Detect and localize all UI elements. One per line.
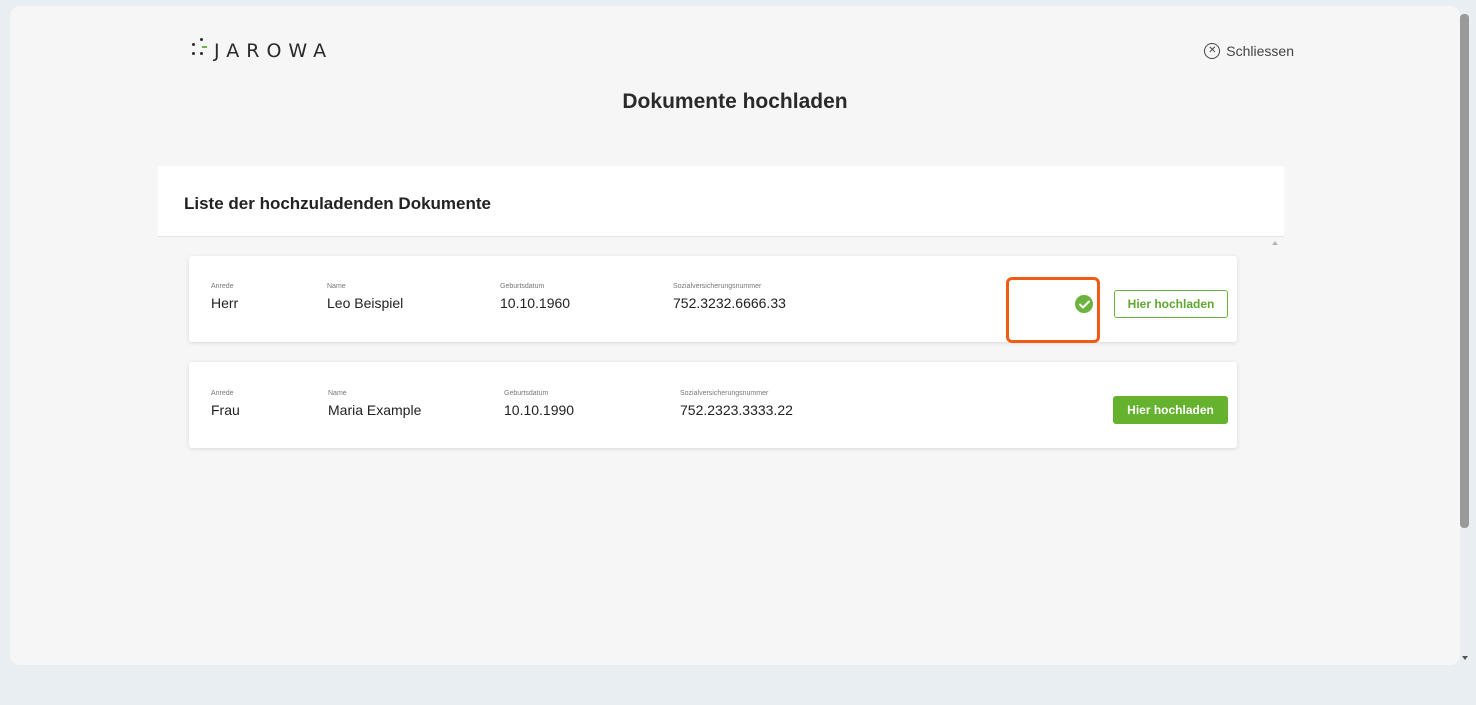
check-circle-icon	[1075, 295, 1093, 313]
upload-button[interactable]: Hier hochladen	[1114, 290, 1228, 318]
document-list-scrollbar[interactable]	[1268, 237, 1284, 659]
close-label: Schliessen	[1226, 43, 1294, 59]
birthdate-value: 10.10.1990	[504, 402, 575, 418]
document-list-header: Liste der hochzuladenden Dokumente	[158, 166, 1284, 237]
logo-mark-icon	[188, 34, 212, 64]
name-label: Name	[328, 390, 347, 397]
scroll-down-arrow-icon[interactable]	[1462, 656, 1468, 660]
birthdate-field: Geburtsdatum 10.10.1990	[504, 390, 574, 418]
ssn-field: Sozialversicherungsnummer 752.3232.6666.…	[673, 283, 786, 311]
close-button[interactable]: ✕ Schliessen	[1204, 43, 1294, 59]
scroll-up-arrow-icon[interactable]	[1272, 241, 1278, 245]
name-field: Name Leo Beispiel	[327, 283, 403, 311]
salutation-label: Anrede	[211, 283, 234, 290]
ssn-value: 752.2323.3333.22	[680, 402, 793, 418]
jarowa-logo: JAROWA	[188, 34, 333, 64]
name-value: Leo Beispiel	[327, 295, 404, 311]
salutation-value: Frau	[211, 402, 240, 418]
birthdate-label: Geburtsdatum	[504, 390, 549, 397]
birthdate-field: Geburtsdatum 10.10.1960	[500, 283, 570, 311]
name-field: Name Maria Example	[328, 390, 421, 418]
birthdate-value: 10.10.1960	[500, 295, 571, 311]
person-card: Anrede Frau Name Maria Example Geburtsda…	[189, 362, 1237, 448]
salutation-field: Anrede Frau	[211, 390, 240, 418]
close-circle-icon: ✕	[1204, 43, 1221, 59]
birthdate-label: Geburtsdatum	[500, 283, 545, 290]
ssn-label: Sozialversicherungsnummer	[680, 390, 769, 397]
salutation-value: Herr	[211, 295, 239, 311]
name-value: Maria Example	[328, 402, 422, 418]
upload-button[interactable]: Hier hochladen	[1113, 396, 1228, 424]
ssn-field: Sozialversicherungsnummer 752.2323.3333.…	[680, 390, 793, 418]
page-title: Dokumente hochladen	[622, 90, 848, 113]
window-scrollbar-thumb[interactable]	[1460, 14, 1469, 528]
person-card: Anrede Herr Name Leo Beispiel Geburtsdat…	[189, 256, 1237, 342]
logo-text: JAROWA	[214, 40, 334, 62]
name-label: Name	[327, 283, 346, 290]
ssn-value: 752.3232.6666.33	[673, 295, 786, 311]
salutation-field: Anrede Herr	[211, 283, 238, 311]
ssn-label: Sozialversicherungsnummer	[673, 283, 762, 290]
document-list-title: Liste der hochzuladenden Dokumente	[184, 194, 491, 213]
salutation-label: Anrede	[211, 390, 234, 397]
